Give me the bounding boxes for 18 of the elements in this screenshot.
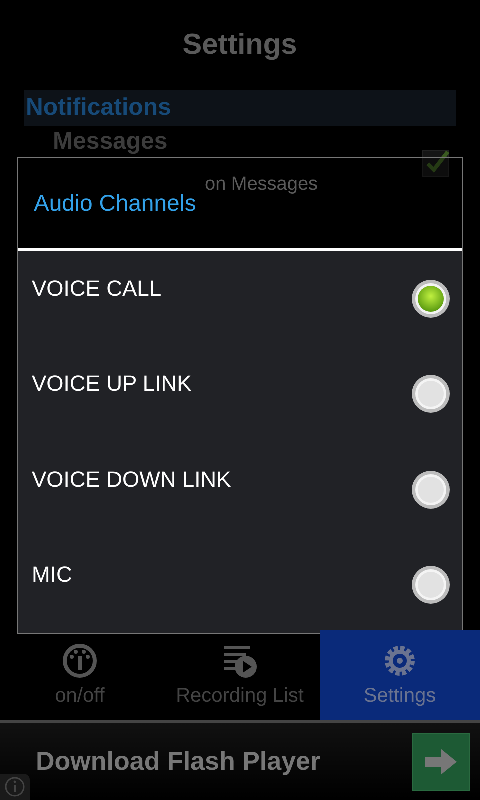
screen-title: Settings [182,28,298,62]
gauge-icon [62,642,98,678]
option-row[interactable]: MIC [18,538,462,633]
radio-button[interactable] [411,470,451,510]
radio-button[interactable] [411,278,451,319]
preference-title: Messages [53,128,169,156]
arrow-icon [425,748,457,774]
info-icon [4,776,26,798]
option-row[interactable]: VOICE CALL [18,251,462,346]
radio-button[interactable] [411,374,451,414]
ad-text: Download Flash Player [36,746,321,777]
checkbox[interactable] [422,150,450,178]
preference-summary: on Messages [205,174,318,196]
category-header: Notifications [24,90,456,126]
radio-button[interactable] [411,565,451,606]
option-row[interactable]: VOICE DOWN LINK [18,442,462,538]
option-row[interactable]: VOICE UP LINK [18,346,462,442]
dialog-title: Audio Channels [34,190,196,216]
